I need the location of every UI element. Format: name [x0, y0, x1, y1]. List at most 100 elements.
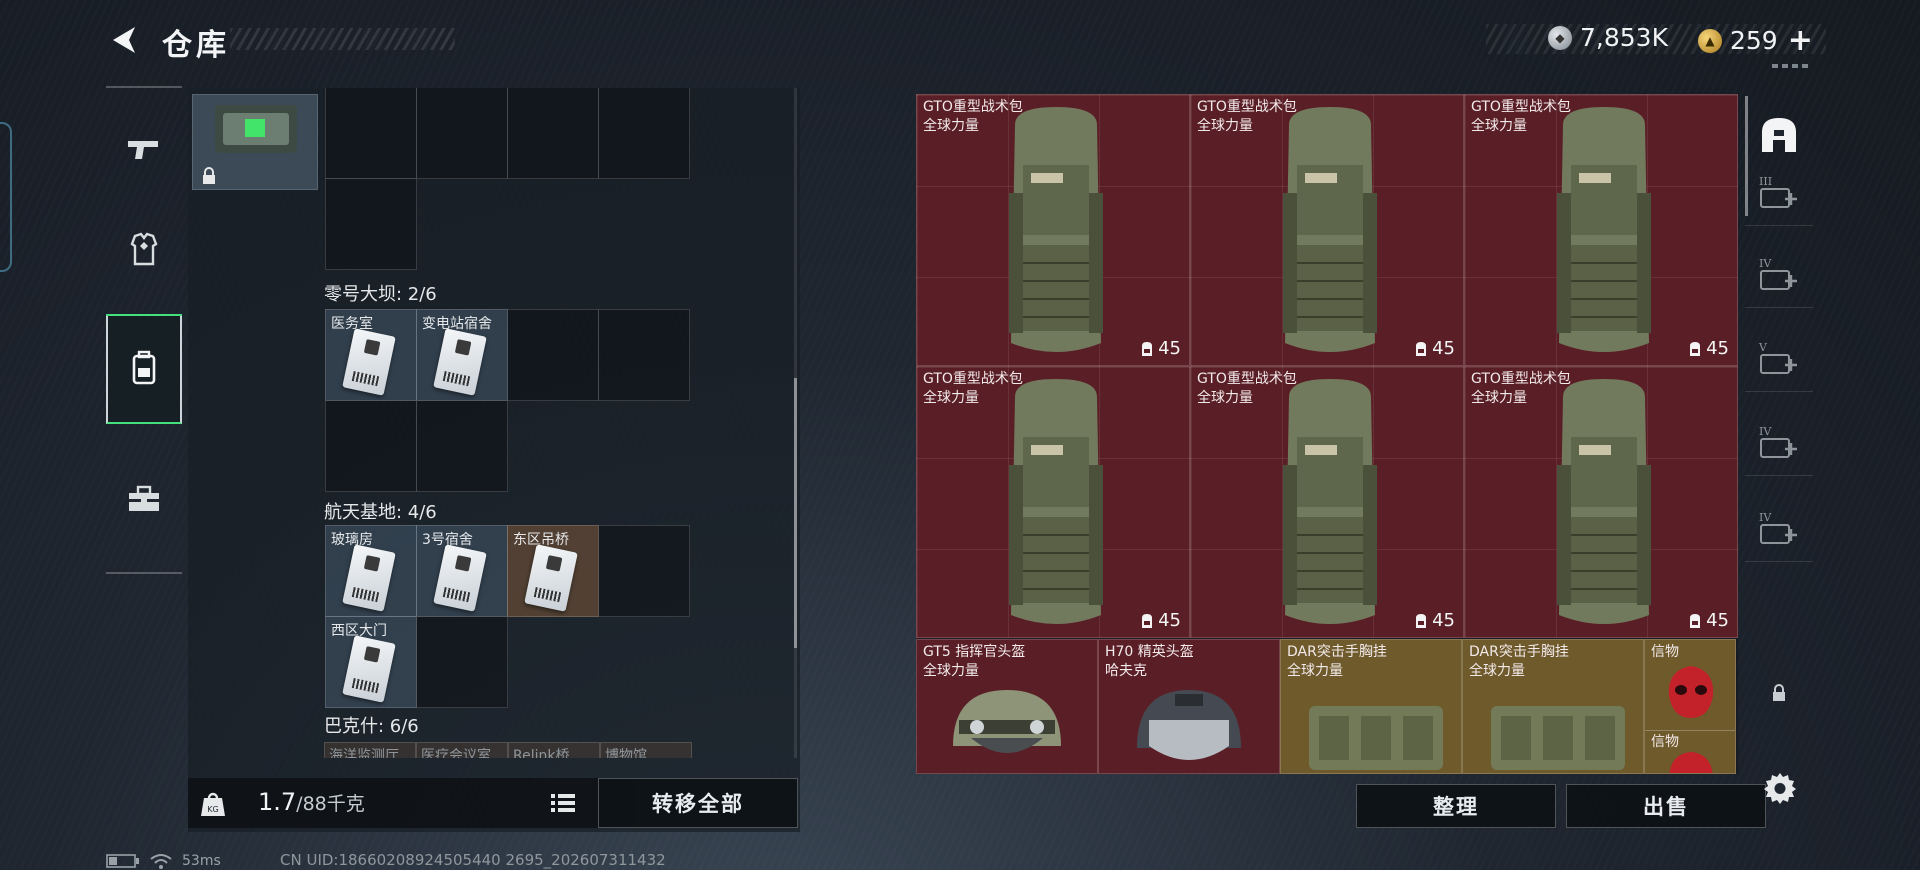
item-title: GTO重型战术包	[1471, 371, 1571, 387]
list-icon	[551, 794, 575, 812]
armor-vest-icon	[130, 232, 158, 266]
weight-current: 1.7	[258, 788, 297, 816]
keycard-icon	[524, 544, 578, 612]
sell-button[interactable]: 出售	[1566, 784, 1766, 828]
filter-tier-3[interactable]: V	[1745, 326, 1813, 392]
empty-slot[interactable]	[325, 88, 417, 179]
loot-panel: GTO重型战术包 全球力量 45 GTO重型战术包 全球力量 45 GTO重型战…	[916, 94, 1738, 774]
settings-button[interactable]	[1760, 768, 1800, 808]
item-faction: 全球力量	[1197, 390, 1253, 406]
empty-slot[interactable]	[598, 525, 690, 617]
list-view-button[interactable]	[548, 790, 578, 816]
organize-button[interactable]: 整理	[1356, 784, 1556, 828]
backpack-item[interactable]: GTO重型战术包 全球力量 45	[1190, 94, 1464, 366]
keycard-icon	[342, 328, 396, 396]
empty-slot[interactable]	[507, 309, 599, 401]
keycard-slot[interactable]: 医疗会议室	[416, 742, 508, 758]
storage-scrollbar-thumb[interactable]	[794, 378, 797, 648]
item-faction: 哈夫克	[1105, 663, 1147, 679]
gear-item-chest-rig[interactable]: DAR突击手胸挂 全球力量	[1280, 639, 1462, 774]
chest-rig-icon	[1491, 706, 1625, 770]
item-faction: 全球力量	[923, 390, 979, 406]
empty-slot[interactable]	[598, 309, 690, 401]
backpack-icon	[132, 350, 156, 385]
storage-panel: 零号大坝: 2/6 医务室 变电站宿舍 航天基地: 4/6 玻璃房 3号宿舍 东…	[188, 88, 800, 832]
item-title: 信物	[1651, 644, 1679, 660]
gold-currency[interactable]: ▲ 259 +	[1698, 23, 1813, 58]
gear-item-helmet[interactable]: H70 精英头盔 哈夫克	[1098, 639, 1280, 774]
svg-text:III: III	[1759, 175, 1772, 188]
backpack-icon	[1009, 379, 1103, 624]
item-faction: 全球力量	[923, 118, 979, 134]
filter-all[interactable]	[1745, 102, 1813, 168]
storage-scroll-area[interactable]: 零号大坝: 2/6 医务室 变电站宿舍 航天基地: 4/6 玻璃房 3号宿舍 东…	[188, 88, 800, 758]
weight-display: KG 1.7/88千克	[188, 778, 636, 828]
filter-tier-1[interactable]: III	[1745, 160, 1813, 226]
edge-tab[interactable]	[0, 122, 12, 272]
keycard-slot[interactable]: 变电站宿舍	[416, 309, 508, 401]
backpack-item[interactable]: GTO重型战术包 全球力量 45	[1464, 94, 1738, 366]
backpack-icon	[1283, 379, 1377, 624]
empty-slot[interactable]	[507, 88, 599, 179]
section-label: 巴克什: 6/6	[324, 716, 419, 737]
backpack-capacity-icon	[1690, 341, 1701, 356]
backpack-item[interactable]: GTO重型战术包 全球力量 45	[916, 366, 1190, 638]
backpack-item[interactable]: GTO重型战术包 全球力量 45	[1190, 366, 1464, 638]
keycard-slot[interactable]: 西区大门	[325, 616, 417, 708]
backpack-icon	[1557, 379, 1651, 624]
gear-icon	[1764, 773, 1796, 804]
empty-slot[interactable]	[325, 178, 417, 270]
keycard-slot[interactable]: 医务室	[325, 309, 417, 401]
back-button[interactable]	[104, 22, 144, 58]
backpack-grid: GTO重型战术包 全球力量 45 GTO重型战术包 全球力量 45 GTO重型战…	[916, 94, 1738, 639]
category-backpack[interactable]	[106, 314, 182, 424]
gold-coin-icon: ▲	[1698, 28, 1722, 53]
empty-slot[interactable]	[416, 616, 508, 708]
gear-item-helmet[interactable]: GT5 指挥官头盔 全球力量	[916, 639, 1098, 774]
mask-icon	[1669, 752, 1713, 773]
item-title: GTO重型战术包	[1471, 99, 1571, 115]
keycard-slot[interactable]: Relink桥	[508, 742, 600, 758]
keycard-grid-section-1: 医务室 变电站宿舍	[325, 309, 690, 492]
backpack-item[interactable]: GTO重型战术包 全球力量 45	[1464, 366, 1738, 638]
top-indicator	[1772, 64, 1810, 68]
keycard-grid-top	[325, 88, 690, 270]
empty-slot[interactable]	[416, 88, 508, 179]
weight-value: 1.7/88千克	[258, 788, 365, 816]
keycard-slot[interactable]: 博物馆	[600, 742, 692, 758]
section-label: 零号大坝: 2/6	[324, 284, 437, 305]
category-supplies[interactable]	[106, 444, 182, 554]
filter-locked[interactable]	[1745, 660, 1813, 726]
all-items-icon	[1762, 118, 1796, 152]
filter-tier-2[interactable]: IV	[1745, 242, 1813, 308]
empty-space	[416, 178, 508, 270]
keycard-slot[interactable]: 东区吊桥	[507, 525, 599, 617]
category-armor[interactable]	[106, 194, 182, 304]
category-weapons[interactable]	[106, 94, 182, 204]
backpack-item[interactable]: GTO重型战术包 全球力量 45	[916, 94, 1190, 366]
capacity-value: 45	[1158, 610, 1181, 631]
capacity-value: 45	[1432, 338, 1455, 359]
filter-tier-4[interactable]: IV	[1745, 410, 1813, 476]
keycard-case-slot[interactable]	[192, 94, 318, 190]
keycard-slot[interactable]: 海洋监测厅	[324, 742, 416, 758]
empty-space	[598, 178, 690, 270]
gear-item-relic[interactable]: 信物 信物	[1644, 639, 1736, 774]
user-uid: CN UID:18660208924505440 2695_2026073114…	[280, 851, 666, 869]
filter-tier-5[interactable]: IV	[1745, 496, 1813, 562]
empty-slot[interactable]	[416, 400, 508, 492]
keycard-slot[interactable]: 玻璃房	[325, 525, 417, 617]
keycard-slot[interactable]: 3号宿舍	[416, 525, 508, 617]
transfer-all-button[interactable]: 转移全部	[598, 778, 798, 828]
add-currency-icon[interactable]: +	[1788, 23, 1813, 58]
tier-filter-icon: V	[1758, 341, 1797, 374]
empty-slot[interactable]	[325, 400, 417, 492]
gear-item-chest-rig[interactable]: DAR突击手胸挂 全球力量	[1462, 639, 1644, 774]
capacity-badge: 45	[1688, 610, 1729, 631]
capacity-value: 45	[1432, 610, 1455, 631]
battery-icon	[106, 854, 139, 868]
svg-text:IV: IV	[1759, 511, 1772, 524]
backpack-icon	[1283, 107, 1377, 352]
empty-slot[interactable]	[598, 88, 690, 179]
tier-filter-icon: III	[1759, 175, 1797, 208]
